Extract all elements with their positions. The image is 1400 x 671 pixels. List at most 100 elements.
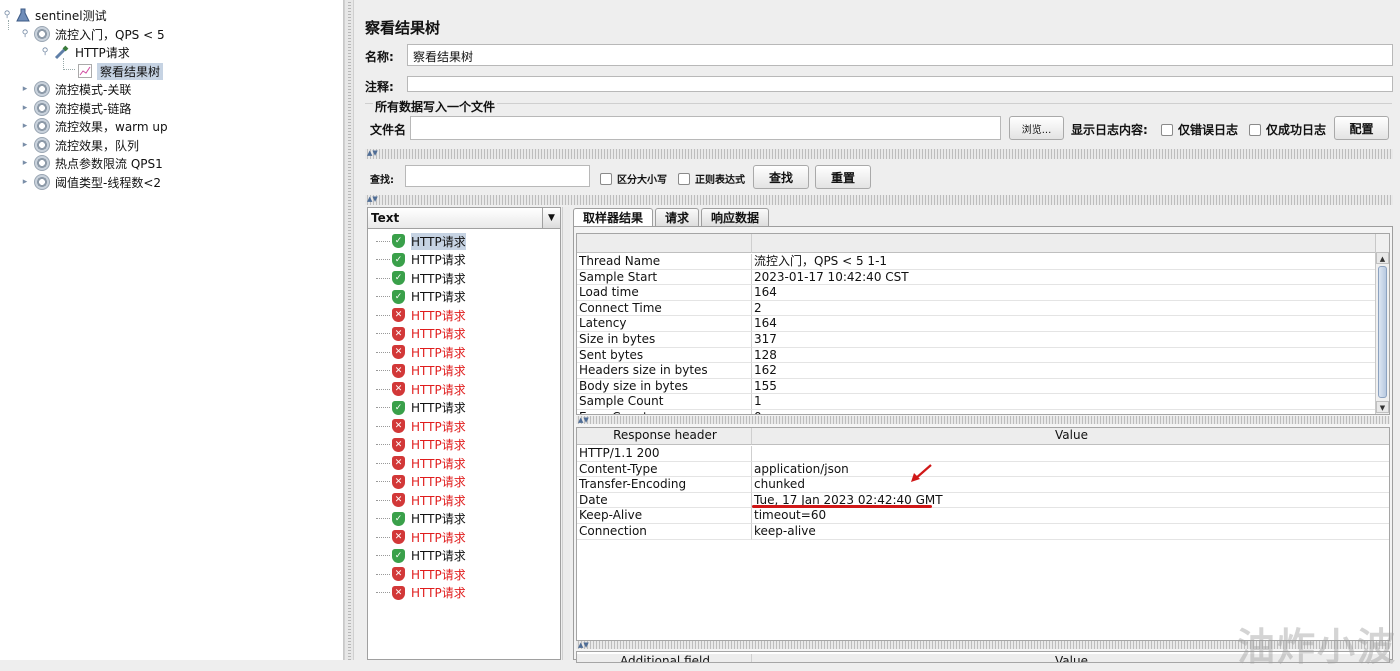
result-item[interactable]: ✓ HTTP请求: [376, 251, 466, 269]
checkbox-box[interactable]: [1161, 123, 1173, 136]
result-item[interactable]: ✕ HTTP请求: [376, 343, 466, 361]
splitter-arrows-icon[interactable]: ▲▼: [578, 641, 589, 650]
expand-toggle-icon[interactable]: ⚲: [2, 10, 12, 20]
table-row[interactable]: Sample Count 1: [577, 394, 1375, 410]
table-row[interactable]: Sample Start 2023-01-17 10:42:40 CST: [577, 269, 1375, 286]
result-item[interactable]: ✕ HTTP请求: [376, 473, 466, 491]
table-row[interactable]: Error Count0: [577, 410, 1375, 414]
tree-item-queue[interactable]: ▸ 流控效果，队列: [20, 136, 139, 154]
tree-item-label: 阈值类型-线程数<2: [55, 175, 162, 190]
result-item[interactable]: ✕ HTTP请求: [376, 306, 466, 324]
expand-toggle-icon[interactable]: ⚲: [20, 29, 30, 39]
main-splitter[interactable]: [344, 0, 354, 660]
tree-item-warmup[interactable]: ▸ 流控效果，warm up: [20, 117, 168, 135]
result-item[interactable]: ✕ HTTP请求: [376, 380, 466, 398]
name-field[interactable]: 察看结果树: [407, 44, 1393, 66]
headers-splitter[interactable]: ▲▼: [576, 416, 1390, 424]
filename-field[interactable]: [410, 116, 1001, 140]
result-item[interactable]: ✓ HTTP请求: [376, 510, 466, 528]
regex-checkbox[interactable]: 正则表达式: [678, 171, 745, 186]
tab-sampler-result[interactable]: 取样器结果: [573, 208, 654, 226]
comment-field[interactable]: [407, 76, 1393, 92]
table-row[interactable]: Connect Time 2: [577, 300, 1375, 317]
collapse-toggle-icon[interactable]: ▸: [20, 140, 30, 150]
checkbox-box[interactable]: [678, 172, 690, 185]
renderer-select[interactable]: Text ▼: [368, 208, 560, 229]
table-row[interactable]: Headers size in bytes 162: [577, 363, 1375, 379]
table-row[interactable]: Sent bytes 128: [577, 347, 1375, 364]
result-item[interactable]: ✕ HTTP请求: [376, 417, 466, 435]
tree-item-http-request[interactable]: ⚲ HTTP请求: [40, 43, 130, 61]
tree-item-view-results-tree[interactable]: 察看结果树: [78, 62, 164, 80]
find-button[interactable]: 查找: [753, 165, 809, 189]
splitter-arrows-icon[interactable]: ▲▼: [367, 149, 378, 158]
tree-item-flow-chain[interactable]: ▸ 流控模式-链路: [20, 99, 131, 117]
scroll-thumb[interactable]: [1378, 266, 1387, 398]
search-splitter[interactable]: ▲▼: [365, 149, 1393, 159]
table-row[interactable]: Load time 164: [577, 285, 1375, 301]
chevron-down-icon[interactable]: ▼: [542, 208, 560, 228]
table-row[interactable]: Content-Type application/json: [577, 461, 1389, 478]
errors-only-checkbox[interactable]: 仅错误日志: [1161, 121, 1238, 138]
collapse-toggle-icon[interactable]: ▸: [20, 103, 30, 113]
tree-item-flow-assoc[interactable]: ▸ 流控模式-关联: [20, 80, 131, 98]
collapse-toggle-icon[interactable]: ▸: [20, 84, 30, 94]
expand-toggle-icon[interactable]: ⚲: [40, 47, 50, 57]
tree-item-label: 察看结果树: [97, 62, 164, 80]
result-item[interactable]: ✕ HTTP请求: [376, 454, 466, 472]
table-row[interactable]: Thread Name 流控入门，QPS < 5 1-1: [577, 254, 1375, 270]
tree-connector: [376, 388, 390, 390]
checkbox-box[interactable]: [1249, 123, 1261, 136]
scroll-up-icon[interactable]: ▲: [1376, 252, 1389, 264]
splitter-arrows-icon[interactable]: ▲▼: [367, 195, 378, 204]
table-row[interactable]: HTTP/1.1 200: [577, 446, 1389, 462]
result-item[interactable]: ✕ HTTP请求: [376, 362, 466, 380]
scroll-down-icon[interactable]: ▼: [1376, 401, 1389, 413]
header-col-response-header: Response header: [577, 428, 752, 445]
tab-response-data[interactable]: 响应数据: [701, 208, 770, 226]
tree-item-hotspot[interactable]: ▸ 热点参数限流 QPS1: [20, 154, 163, 172]
configure-button[interactable]: 配置: [1334, 116, 1389, 140]
table-row[interactable]: Size in bytes 317: [577, 332, 1375, 348]
table-row[interactable]: Date Tue, 17 Jan 2023 02:42:40 GMT: [577, 492, 1389, 509]
collapse-toggle-icon[interactable]: ▸: [20, 158, 30, 168]
checkbox-box[interactable]: [600, 172, 612, 185]
result-item[interactable]: ✕ HTTP请求: [376, 565, 466, 583]
result-item[interactable]: ✕ HTTP请求: [376, 491, 466, 509]
search-input[interactable]: [405, 165, 590, 187]
result-item-label: HTTP请求: [411, 438, 466, 452]
browse-button[interactable]: 浏览...: [1009, 116, 1064, 140]
results-splitter[interactable]: ▲▼: [365, 195, 1393, 205]
table-row[interactable]: Transfer-Encoding chunked: [577, 477, 1389, 493]
result-item[interactable]: ✕ HTTP请求: [376, 584, 466, 602]
success-only-checkbox[interactable]: 仅成功日志: [1249, 121, 1326, 138]
splitter-arrows-icon[interactable]: ▲▼: [578, 416, 589, 425]
table-row[interactable]: Connection keep-alive: [577, 524, 1389, 540]
tree-connector: [376, 314, 390, 316]
tree-connector: [376, 259, 390, 260]
table-row[interactable]: Keep-Alive timeout=60: [577, 508, 1389, 524]
table-row[interactable]: Latency 164: [577, 316, 1375, 332]
table-row[interactable]: Body size in bytes 155: [577, 378, 1375, 395]
case-sensitive-checkbox[interactable]: 区分大小写: [600, 171, 667, 186]
result-item[interactable]: ✓ HTTP请求: [376, 288, 466, 306]
tree-item-threshold[interactable]: ▸ 阈值类型-线程数<2: [20, 173, 161, 191]
result-item[interactable]: ✕ HTTP请求: [376, 325, 466, 343]
results-vertical-splitter[interactable]: [562, 207, 570, 660]
collapse-toggle-icon[interactable]: ▸: [20, 177, 30, 187]
tree-item-threadgroup[interactable]: ⚲ 流控入门，QPS < 5: [20, 25, 165, 43]
result-item[interactable]: ✓ HTTP请求: [376, 399, 466, 417]
result-item[interactable]: ✓ HTTP请求: [376, 269, 466, 287]
sampler-scrollbar[interactable]: ▲ ▼: [1375, 234, 1389, 414]
success-shield-icon: ✓: [392, 234, 405, 248]
result-item[interactable]: ✓ HTTP请求: [376, 232, 466, 250]
result-item[interactable]: ✓ HTTP请求: [376, 547, 466, 565]
result-item[interactable]: ✕ HTTP请求: [376, 436, 466, 454]
tab-request[interactable]: 请求: [655, 208, 700, 226]
error-shield-icon: ✕: [392, 363, 405, 378]
reset-button[interactable]: 重置: [815, 165, 871, 189]
result-item[interactable]: ✕ HTTP请求: [376, 528, 466, 546]
result-item-label: HTTP请求: [411, 253, 466, 267]
tree-root-node[interactable]: ⚲ sentinel测试: [2, 6, 107, 24]
collapse-toggle-icon[interactable]: ▸: [20, 121, 30, 131]
